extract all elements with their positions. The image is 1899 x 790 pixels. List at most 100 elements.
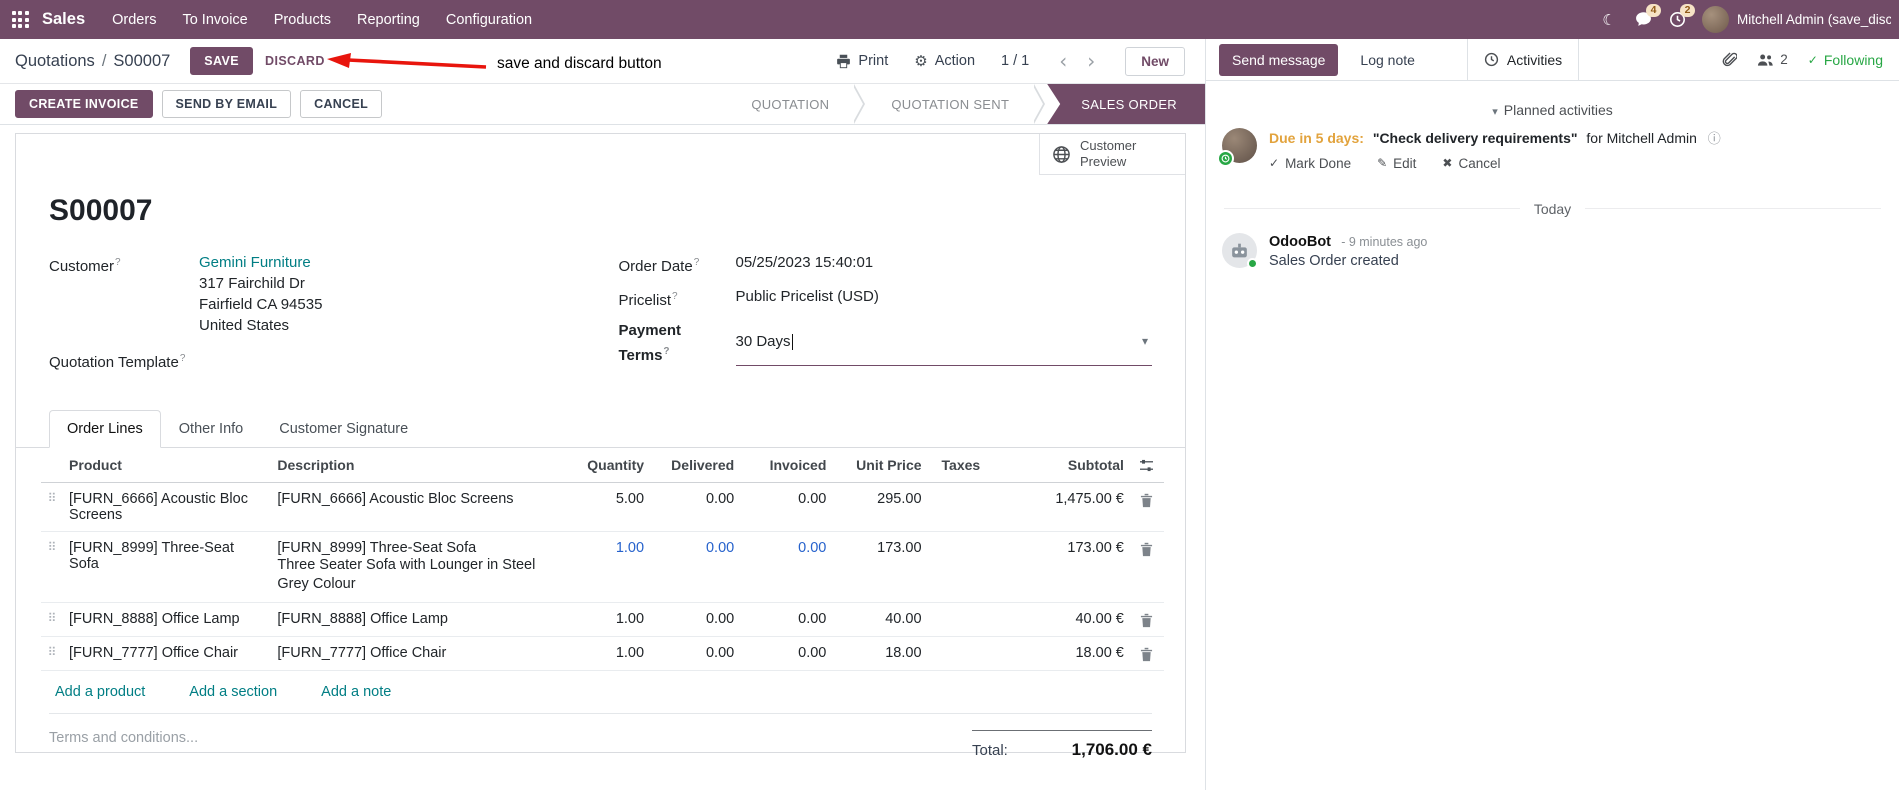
cell-description[interactable]: [FURN_8999] Three-Seat Sofa Three Seater… [271, 532, 562, 603]
payment-terms-field[interactable]: 30 Days ▾ [735, 320, 1152, 366]
drag-handle-icon[interactable]: ⠿ [41, 483, 63, 532]
messages-icon[interactable]: 4 [1626, 0, 1661, 39]
activities-clock-icon[interactable]: 2 [1660, 0, 1695, 39]
tab-order-lines[interactable]: Order Lines [49, 410, 161, 448]
optional-columns-icon[interactable] [1130, 448, 1164, 483]
drag-handle-icon[interactable]: ⠿ [41, 603, 63, 637]
following-button[interactable]: ✓ Following [1808, 52, 1883, 68]
order-line-row[interactable]: ⠿ [FURN_8888] Office Lamp [FURN_8888] Of… [41, 603, 1164, 637]
edit-activity-button[interactable]: ✎ Edit [1377, 156, 1416, 171]
cell-invoiced[interactable]: 0.00 [740, 483, 832, 532]
stage-quotation[interactable]: QUOTATION [727, 84, 854, 124]
cell-product[interactable]: [FURN_6666] Acoustic Bloc Screens [63, 483, 271, 532]
cell-quantity[interactable]: 1.00 [562, 532, 650, 603]
chevron-left-icon[interactable]: ‹ [1055, 51, 1071, 71]
delete-row-button[interactable] [1130, 637, 1164, 671]
cell-unit-price[interactable]: 40.00 [832, 603, 927, 637]
cell-product[interactable]: [FURN_8888] Office Lamp [63, 603, 271, 637]
cell-description[interactable]: [FURN_6666] Acoustic Bloc Screens [271, 483, 562, 532]
activities-badge: 2 [1680, 4, 1695, 17]
cell-taxes[interactable] [928, 532, 1018, 603]
cell-product[interactable]: [FURN_8999] Three-Seat Sofa [63, 532, 271, 603]
menu-products[interactable]: Products [261, 0, 344, 39]
cancel-activity-button[interactable]: ✖ Cancel [1442, 156, 1500, 171]
cell-taxes[interactable] [928, 637, 1018, 671]
cell-product[interactable]: [FURN_7777] Office Chair [63, 637, 271, 671]
add-note-link[interactable]: Add a note [321, 684, 391, 700]
add-section-link[interactable]: Add a section [189, 684, 277, 700]
save-button[interactable]: SAVE [190, 47, 254, 75]
table-footer-links: Add a product Add a section Add a note [49, 671, 1152, 714]
stage-quotation-sent[interactable]: QUOTATION SENT [867, 84, 1034, 124]
order-line-row[interactable]: ⠿ [FURN_6666] Acoustic Bloc Screens [FUR… [41, 483, 1164, 532]
followers-button[interactable]: 2 [1757, 52, 1788, 67]
activities-tab[interactable]: Activities [1466, 39, 1580, 80]
mark-done-button[interactable]: ✓ Mark Done [1269, 156, 1351, 171]
new-button[interactable]: New [1125, 46, 1185, 76]
menu-reporting[interactable]: Reporting [344, 0, 433, 39]
customer-preview-button[interactable]: Customer Preview [1039, 134, 1185, 175]
robot-icon [1232, 243, 1247, 258]
drag-handle-icon[interactable]: ⠿ [41, 637, 63, 671]
cell-description[interactable]: [FURN_7777] Office Chair [271, 637, 562, 671]
order-line-row[interactable]: ⠿ [FURN_8999] Three-Seat Sofa [FURN_8999… [41, 532, 1164, 603]
cell-taxes[interactable] [928, 603, 1018, 637]
cell-delivered[interactable]: 0.00 [650, 483, 740, 532]
moon-icon[interactable]: ☾ [1592, 0, 1626, 39]
cell-delivered[interactable]: 0.00 [650, 637, 740, 671]
cell-unit-price[interactable]: 295.00 [832, 483, 927, 532]
delete-row-button[interactable] [1130, 603, 1164, 637]
planned-activities-header[interactable]: ▾ Planned activities [1206, 102, 1899, 118]
menu-configuration[interactable]: Configuration [433, 0, 545, 39]
cell-subtotal: 40.00 € [1075, 611, 1124, 627]
create-invoice-button[interactable]: CREATE INVOICE [15, 90, 153, 118]
cancel-button[interactable]: CANCEL [300, 90, 383, 118]
cell-unit-price[interactable]: 173.00 [832, 532, 927, 603]
order-line-row[interactable]: ⠿ [FURN_7777] Office Chair [FURN_7777] O… [41, 637, 1164, 671]
send-by-email-button[interactable]: SEND BY EMAIL [161, 90, 292, 118]
send-message-button[interactable]: Send message [1219, 43, 1339, 76]
cell-quantity[interactable]: 5.00 [562, 483, 650, 532]
message-body: Sales Order created [1269, 252, 1399, 269]
cell-delivered[interactable]: 0.00 [650, 532, 740, 603]
status-pipeline: QUOTATION QUOTATION SENT SALES ORDER [727, 84, 1205, 124]
terms-placeholder[interactable]: Terms and conditions... [49, 730, 198, 760]
tab-customer-signature[interactable]: Customer Signature [261, 410, 426, 448]
apps-grid-icon[interactable] [0, 0, 40, 39]
total-label: Total: [972, 742, 1008, 759]
delete-row-button[interactable] [1130, 483, 1164, 532]
action-button[interactable]: ⚙ Action [914, 52, 975, 70]
customer-value[interactable]: Gemini Furniture 317 Fairchild Dr Fairfi… [199, 252, 322, 336]
tab-other-info[interactable]: Other Info [161, 410, 261, 448]
info-icon[interactable]: ⓘ [1708, 132, 1721, 147]
app-brand[interactable]: Sales [42, 10, 85, 29]
attachment-button[interactable] [1722, 51, 1738, 68]
cell-quantity[interactable]: 1.00 [562, 603, 650, 637]
cell-taxes[interactable] [928, 483, 1018, 532]
quotation-template-label: Quotation Template? [49, 353, 186, 371]
stage-sales-order[interactable]: SALES ORDER [1047, 84, 1205, 124]
print-button[interactable]: Print [836, 53, 888, 69]
cell-unit-price[interactable]: 18.00 [832, 637, 927, 671]
breadcrumb: Quotations / S00007 [15, 52, 170, 71]
delete-row-button[interactable] [1130, 532, 1164, 603]
log-note-button[interactable]: Log note [1360, 52, 1415, 68]
cell-description[interactable]: [FURN_8888] Office Lamp [271, 603, 562, 637]
menu-to-invoice[interactable]: To Invoice [169, 0, 260, 39]
order-date-field[interactable]: 05/25/2023 15:40:01 [736, 252, 874, 277]
cell-invoiced[interactable]: 0.00 [740, 637, 832, 671]
customer-link[interactable]: Gemini Furniture [199, 252, 322, 273]
discard-button[interactable]: DISCARD [265, 54, 325, 68]
chevron-right-icon[interactable]: › [1083, 51, 1099, 71]
drag-handle-icon[interactable]: ⠿ [41, 532, 63, 603]
breadcrumb-quotations[interactable]: Quotations [15, 52, 95, 70]
menu-orders[interactable]: Orders [99, 0, 169, 39]
pricelist-field[interactable]: Public Pricelist (USD) [736, 286, 879, 311]
user-menu[interactable]: Mitchell Admin (save_discar [1694, 0, 1899, 39]
add-product-link[interactable]: Add a product [55, 684, 145, 700]
dropdown-caret-icon[interactable]: ▾ [1142, 331, 1152, 352]
cell-delivered[interactable]: 0.00 [650, 603, 740, 637]
cell-invoiced[interactable]: 0.00 [740, 532, 832, 603]
cell-quantity[interactable]: 1.00 [562, 637, 650, 671]
cell-invoiced[interactable]: 0.00 [740, 603, 832, 637]
